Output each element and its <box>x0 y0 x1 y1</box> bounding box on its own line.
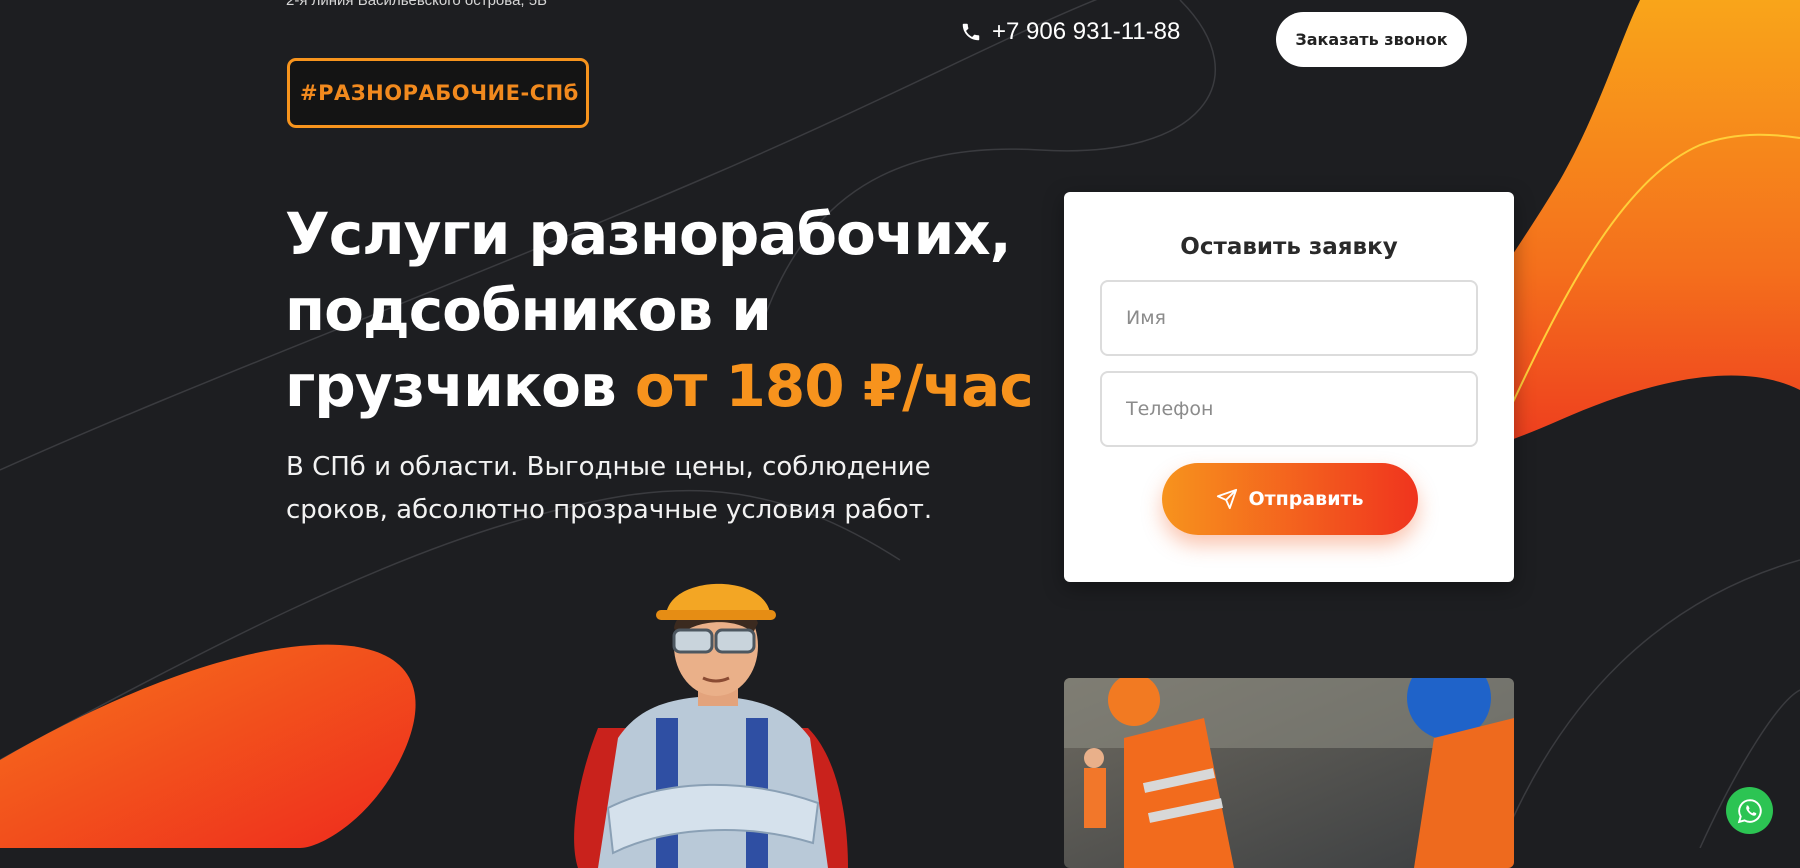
phone-input[interactable] <box>1100 371 1478 447</box>
background-decoration <box>0 0 1800 848</box>
hero-title-price: от 180 ₽/час <box>634 352 1034 420</box>
worker-mascot-illustration <box>574 583 848 868</box>
callback-button[interactable]: Заказать звонок <box>1276 12 1467 67</box>
phone-link[interactable]: +7 906 931-11-88 <box>960 18 1180 46</box>
logo-text: #РАЗНОРАБОЧИЕ-СПб <box>300 81 579 105</box>
submit-button[interactable]: Отправить <box>1162 463 1418 535</box>
request-form-card: Оставить заявку Отправить <box>1064 192 1514 582</box>
hero-subtitle: В СПб и области. Выгодные цены, соблюден… <box>286 452 933 525</box>
whatsapp-icon <box>1737 798 1762 823</box>
workers-photo <box>1064 678 1514 868</box>
hero-title: Услуги разнорабочих, подсобников и грузч… <box>285 196 1045 424</box>
site-logo[interactable]: #РАЗНОРАБОЧИЕ-СПб <box>287 58 589 128</box>
form-title: Оставить заявку <box>1180 234 1398 260</box>
name-input[interactable] <box>1100 280 1478 356</box>
phone-number: +7 906 931-11-88 <box>992 18 1181 45</box>
whatsapp-button[interactable] <box>1726 787 1773 834</box>
address-text: 2-я линия Васильевского острова, 5Б <box>286 0 547 9</box>
paper-plane-icon <box>1217 488 1238 510</box>
submit-label: Отправить <box>1248 488 1364 510</box>
phone-icon <box>962 23 980 41</box>
